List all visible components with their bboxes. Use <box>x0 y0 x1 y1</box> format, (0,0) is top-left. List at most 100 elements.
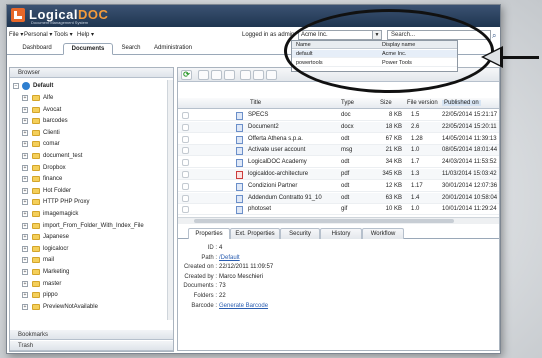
col-title[interactable]: Title <box>250 100 261 106</box>
property-link[interactable]: /Default <box>219 255 240 261</box>
table-row[interactable]: SPECS doc 8 KB 1.5 22/05/2014 15:21:17 <box>178 110 499 121</box>
tab-administration[interactable]: Administration <box>149 43 197 55</box>
property-line: Created on :22/12/2011 11:09:57 <box>178 264 378 273</box>
tree-folder-label: Hot Folder <box>43 187 72 194</box>
cell-title: LogicalDOC Academy <box>248 159 307 166</box>
cell-title: Activate user account <box>248 147 306 154</box>
expand-icon[interactable]: + <box>22 280 28 287</box>
cell-version: 1.7 <box>411 159 420 166</box>
row-indicator-icon <box>182 194 189 202</box>
table-row[interactable]: photoset gif 10 KB 1.0 10/01/2014 11:29:24 <box>178 204 499 216</box>
expand-icon[interactable]: + <box>22 245 28 252</box>
folder-icon <box>32 234 40 241</box>
search-icon[interactable]: ⌕ <box>492 31 500 40</box>
expand-icon[interactable]: + <box>22 129 28 136</box>
tree-folder-label: Avocat <box>43 106 62 113</box>
cell-published: 10/01/2014 11:29:24 <box>442 206 497 213</box>
expand-icon[interactable]: + <box>22 187 28 194</box>
expand-icon[interactable]: + <box>22 176 28 183</box>
expand-icon[interactable]: + <box>22 118 28 125</box>
table-row[interactable]: Document2 docx 18 KB 2.6 22/05/2014 15:20:11 <box>178 121 499 133</box>
list-view-icon[interactable] <box>240 70 251 80</box>
cell-size: 67 KB <box>385 135 402 142</box>
property-link[interactable]: Generate Barcode <box>219 303 268 309</box>
tree-folder-label: import_From_Folder_With_Index_File <box>43 222 144 229</box>
table-row[interactable]: LogicalDOC Academy odt 34 KB 1.7 24/03/2014 … <box>178 157 499 169</box>
tab-documents[interactable]: Documents <box>63 43 113 55</box>
table-row[interactable]: Offerta Athena s.p.a. odt 67 KB 1.28 14/05/2… <box>178 134 499 145</box>
menu-tools[interactable]: Tools ▾ <box>54 31 73 38</box>
tab-dashboard[interactable]: Dashboard <box>13 43 61 55</box>
cell-title: SPECS <box>248 112 269 118</box>
table-row[interactable]: Addendum Contratto 91_10 odt 63 KB 1.4 20/01… <box>178 192 499 204</box>
col-size[interactable]: Size <box>380 100 392 106</box>
grid-hscrollbar[interactable] <box>178 217 499 224</box>
tree-folder-label: pippo <box>43 292 58 299</box>
property-line: Path :/Default <box>178 255 378 264</box>
file-type-icon <box>236 112 243 120</box>
folder-icon <box>32 222 40 229</box>
expand-icon[interactable]: + <box>22 106 28 113</box>
expand-icon[interactable]: + <box>22 199 28 206</box>
file-type-icon <box>236 123 243 132</box>
cell-published: 11/03/2014 15:03:42 <box>442 171 497 177</box>
menu-help[interactable]: Help ▾ <box>77 31 94 38</box>
property-line: Barcode : Generate Barcode <box>178 303 378 312</box>
folder-icon <box>32 95 40 101</box>
table-row[interactable]: Activate user account msg 21 KB 1.0 08/05/20… <box>178 145 499 157</box>
property-label: Created by : <box>184 273 217 280</box>
cell-version: 1.5 <box>411 112 420 118</box>
highlight-ellipse <box>284 9 494 93</box>
menu-personal[interactable]: Personal ▾ <box>24 31 52 38</box>
table-row[interactable]: Condizioni Partner odt 12 KB 1.17 30/01/2014… <box>178 181 499 192</box>
expand-icon[interactable]: + <box>22 164 28 171</box>
tab-workflow[interactable]: Workflow <box>362 228 404 239</box>
file-type-icon <box>236 206 243 215</box>
tab-history[interactable]: History <box>320 228 362 239</box>
cell-published: 08/05/2014 18:01:44 <box>442 147 498 154</box>
expand-icon[interactable]: + <box>22 141 28 148</box>
expand-icon[interactable]: + <box>22 211 28 217</box>
row-indicator-icon <box>182 159 189 167</box>
folder-icon <box>32 153 40 159</box>
bookmarks-header[interactable]: Bookmarks <box>10 330 173 340</box>
expand-icon[interactable]: + <box>22 292 28 299</box>
collapse-icon[interactable]: − <box>13 83 19 89</box>
upload-icon[interactable] <box>198 70 209 80</box>
tree-folder-label: barcodes <box>43 118 68 125</box>
refresh-icon[interactable]: ⟳ <box>181 70 192 80</box>
tab-ext-properties[interactable]: Ext. Properties <box>230 228 280 239</box>
cell-published: 22/05/2014 15:21:17 <box>442 112 498 118</box>
export-icon[interactable] <box>266 70 277 80</box>
tree-root-label: Default <box>33 83 54 89</box>
col-file-version[interactable]: File version <box>407 100 438 106</box>
expand-icon[interactable]: + <box>22 234 28 241</box>
tree-scrollbar[interactable] <box>167 80 173 320</box>
property-label: Barcode : <box>191 302 217 309</box>
file-type-icon <box>236 171 243 179</box>
tab-search[interactable]: Search <box>115 43 147 55</box>
expand-icon[interactable]: + <box>22 153 28 159</box>
tab-properties[interactable]: Properties <box>188 228 230 239</box>
cell-title: Document2 <box>248 123 279 130</box>
trash-header[interactable]: Trash <box>10 341 173 351</box>
add-document-icon[interactable] <box>211 70 222 80</box>
folder-icon <box>32 187 40 194</box>
expand-icon[interactable]: + <box>22 257 28 264</box>
menu-file[interactable]: File ▾ <box>9 31 23 38</box>
cell-published: 22/05/2014 15:20:11 <box>442 123 497 130</box>
cell-title: photoset <box>248 206 272 213</box>
scroll-thumb[interactable] <box>194 219 454 223</box>
expand-icon[interactable]: + <box>22 222 28 229</box>
tiles-view-icon[interactable] <box>253 70 264 80</box>
tree-folder-label: imagemagick <box>43 211 79 217</box>
expand-icon[interactable]: + <box>22 303 28 310</box>
col-published-on[interactable]: Published on <box>442 100 481 106</box>
tab-security[interactable]: Security <box>280 228 320 239</box>
browser-header[interactable]: Browser <box>10 68 173 78</box>
col-type[interactable]: Type <box>341 100 354 106</box>
print-icon[interactable] <box>224 70 235 80</box>
expand-icon[interactable]: + <box>22 269 28 275</box>
expand-icon[interactable]: + <box>22 95 28 101</box>
table-row[interactable]: logicaldoc-architecture pdf 345 KB 1.3 11/03… <box>178 169 499 180</box>
